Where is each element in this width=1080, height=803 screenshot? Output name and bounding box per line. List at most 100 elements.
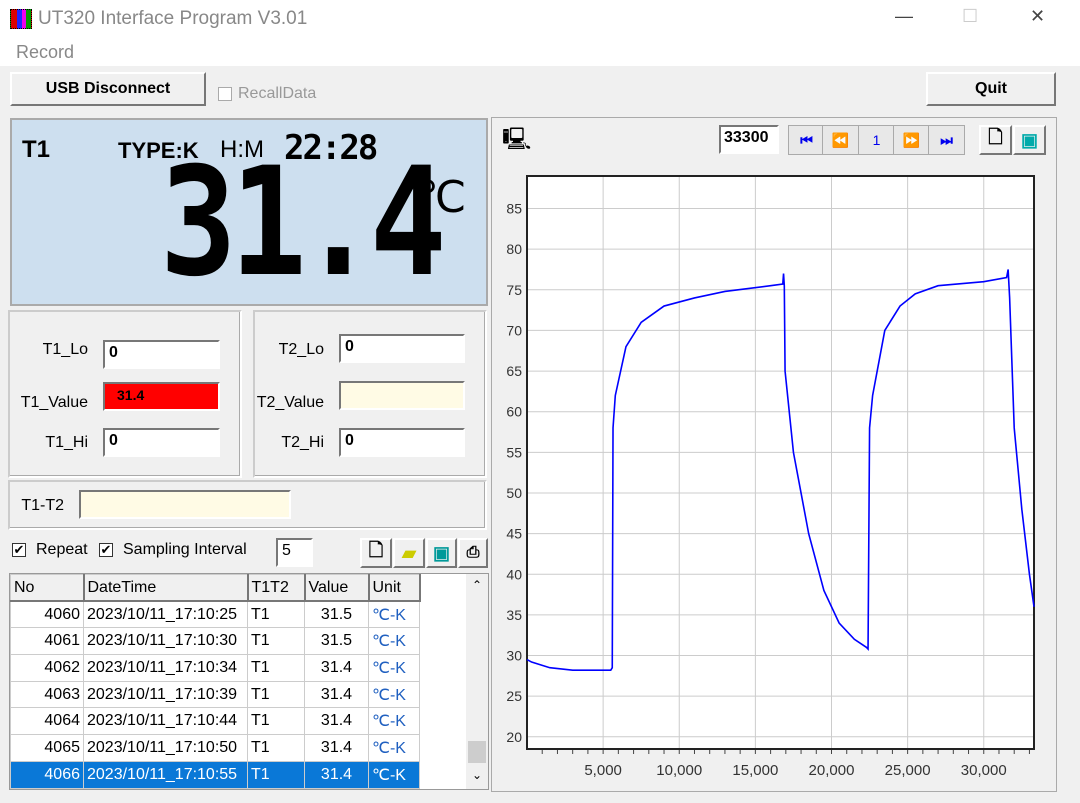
cell-no: 4062 bbox=[10, 654, 84, 682]
menu-record[interactable]: Record bbox=[16, 42, 74, 63]
table-row[interactable]: 4063 2023/10/11_17:10:39 T1 31.4 ℃-K bbox=[10, 680, 420, 709]
cell-unit: ℃-K bbox=[368, 734, 420, 762]
x-tick-label: 5,000 bbox=[584, 762, 622, 779]
y-tick-label: 75 bbox=[506, 282, 522, 298]
cell-t1t2: T1 bbox=[247, 654, 305, 682]
y-tick-label: 85 bbox=[506, 201, 522, 217]
quit-button[interactable]: Quit bbox=[926, 72, 1056, 106]
cell-unit: ℃-K bbox=[368, 680, 420, 709]
minimize-button[interactable]: — bbox=[895, 6, 913, 27]
cell-t1t2: T1 bbox=[247, 680, 305, 709]
cell-no: 4066 bbox=[10, 760, 84, 789]
t1-lo-label: T1_Lo bbox=[42, 341, 88, 358]
col-t1t2[interactable]: T1T2 bbox=[247, 574, 306, 603]
cell-datetime: 2023/10/11_17:10:44 bbox=[83, 707, 248, 736]
repeat-checkbox[interactable]: ✔ bbox=[12, 543, 26, 557]
printer-icon: ⎙ bbox=[466, 544, 480, 561]
table-row[interactable]: 4061 2023/10/11_17:10:30 T1 31.5 ℃-K bbox=[10, 627, 420, 656]
t1-hi-input[interactable]: 0 bbox=[103, 428, 220, 457]
t1-lo-input[interactable]: 0 bbox=[103, 340, 220, 369]
lcd-reading: 31.4 bbox=[160, 136, 447, 310]
table-row[interactable]: 4064 2023/10/11_17:10:44 T1 31.4 ℃-K bbox=[10, 707, 420, 736]
table-scrollbar[interactable]: ⌃ ⌄ bbox=[466, 574, 488, 789]
t2-lo-input[interactable]: 0 bbox=[339, 334, 465, 363]
sampling-interval-input[interactable]: 5 bbox=[276, 538, 313, 567]
table-row[interactable]: 4065 2023/10/11_17:10:50 T1 31.4 ℃-K bbox=[10, 734, 420, 762]
cell-no: 4064 bbox=[10, 707, 84, 736]
repeat-label: Repeat bbox=[36, 541, 88, 558]
col-datetime[interactable]: DateTime bbox=[83, 574, 249, 603]
cell-unit: ℃-K bbox=[368, 760, 420, 789]
close-button[interactable]: ✕ bbox=[1030, 6, 1045, 27]
cell-value: 31.4 bbox=[304, 654, 369, 682]
print-button[interactable]: ⎙ bbox=[458, 538, 488, 568]
col-no[interactable]: No bbox=[10, 574, 85, 603]
open-folder-button[interactable]: ▰ bbox=[393, 538, 425, 568]
new-file-button[interactable]: 🗋 bbox=[360, 538, 392, 568]
cell-datetime: 2023/10/11_17:10:55 bbox=[83, 760, 248, 789]
table-row[interactable]: 4062 2023/10/11_17:10:34 T1 31.4 ℃-K bbox=[10, 654, 420, 682]
lcd-display: T1 TYPE:K H:M 22:28 31.4 ℃ bbox=[10, 118, 488, 306]
cell-unit: ℃-K bbox=[368, 707, 420, 736]
cell-value: 31.4 bbox=[304, 707, 369, 736]
y-tick-label: 20 bbox=[506, 729, 522, 745]
points-input[interactable]: 33300 bbox=[719, 125, 779, 154]
col-value[interactable]: Value bbox=[304, 574, 370, 603]
sampling-interval-checkbox[interactable]: ✔ bbox=[99, 543, 113, 557]
data-table-container: No DateTime T1T2 Value Unit 4060 2023/10/… bbox=[9, 573, 489, 790]
cell-no: 4060 bbox=[10, 600, 84, 629]
scroll-thumb[interactable] bbox=[468, 741, 486, 763]
chart-save-button[interactable]: ▣ bbox=[1013, 125, 1046, 155]
recall-data-label: RecallData bbox=[238, 85, 317, 102]
t1-hi-label: T1_Hi bbox=[45, 434, 88, 451]
y-tick-label: 70 bbox=[506, 322, 522, 338]
table-row[interactable]: 4066 2023/10/11_17:10:55 T1 31.4 ℃-K bbox=[10, 760, 420, 789]
first-page-button[interactable]: ⏮ bbox=[788, 125, 825, 155]
y-tick-label: 45 bbox=[506, 526, 522, 542]
cell-unit: ℃-K bbox=[368, 600, 420, 629]
app-icon bbox=[10, 9, 32, 29]
page-number[interactable]: 1 bbox=[858, 125, 895, 155]
maximize-button[interactable]: ☐ bbox=[962, 6, 978, 27]
sampling-interval-label: Sampling Interval bbox=[123, 541, 247, 558]
diff-label: T1-T2 bbox=[21, 497, 64, 514]
cell-datetime: 2023/10/11_17:10:50 bbox=[83, 734, 248, 762]
chart-new-button[interactable]: 🗋 bbox=[979, 125, 1012, 155]
t2-value-label: T2_Value bbox=[256, 394, 324, 411]
new-file-icon: 🗋 bbox=[368, 540, 384, 560]
scroll-down-icon[interactable]: ⌄ bbox=[466, 768, 488, 782]
lcd-unit: ℃ bbox=[417, 173, 467, 222]
cell-unit: ℃-K bbox=[368, 627, 420, 656]
menu-bar bbox=[0, 40, 1080, 66]
temperature-chart: 20 25 30 35 40 45 50 55 60 65 70 75 80 85 5,000 10,000 1… bbox=[506, 175, 1035, 779]
x-tick-label: 20,000 bbox=[809, 762, 855, 779]
y-tick-label: 80 bbox=[506, 241, 522, 257]
save-button[interactable]: ▣ bbox=[426, 538, 457, 568]
y-tick-label: 60 bbox=[506, 404, 522, 420]
folder-icon: ▰ bbox=[402, 542, 416, 563]
device-connect-icon[interactable]: 🖳 bbox=[502, 122, 531, 160]
cell-t1t2: T1 bbox=[247, 707, 305, 736]
usb-disconnect-button[interactable]: USB Disconnect bbox=[10, 72, 206, 106]
cell-t1t2: T1 bbox=[247, 627, 305, 656]
t2-hi-input[interactable]: 0 bbox=[339, 428, 465, 457]
prev-page-button[interactable]: ⏪ bbox=[822, 125, 859, 155]
x-tick-label: 15,000 bbox=[732, 762, 778, 779]
cell-t1t2: T1 bbox=[247, 734, 305, 762]
cell-unit: ℃-K bbox=[368, 654, 420, 682]
col-unit[interactable]: Unit bbox=[368, 574, 421, 603]
y-tick-label: 35 bbox=[506, 607, 522, 623]
table-row[interactable]: 4060 2023/10/11_17:10:25 T1 31.5 ℃-K bbox=[10, 600, 420, 629]
scroll-up-icon[interactable]: ⌃ bbox=[466, 578, 488, 592]
y-tick-label: 25 bbox=[506, 688, 522, 704]
recall-data-checkbox[interactable] bbox=[218, 87, 232, 101]
y-tick-label: 30 bbox=[506, 648, 522, 664]
next-page-button[interactable]: ⏩ bbox=[893, 125, 930, 155]
cell-no: 4061 bbox=[10, 627, 84, 656]
cell-datetime: 2023/10/11_17:10:39 bbox=[83, 680, 248, 709]
last-page-button[interactable]: ⏭ bbox=[928, 125, 965, 155]
cell-value: 31.4 bbox=[304, 734, 369, 762]
t2-lo-label: T2_Lo bbox=[278, 341, 324, 358]
cell-value: 31.5 bbox=[304, 627, 369, 656]
cell-no: 4063 bbox=[10, 680, 84, 709]
